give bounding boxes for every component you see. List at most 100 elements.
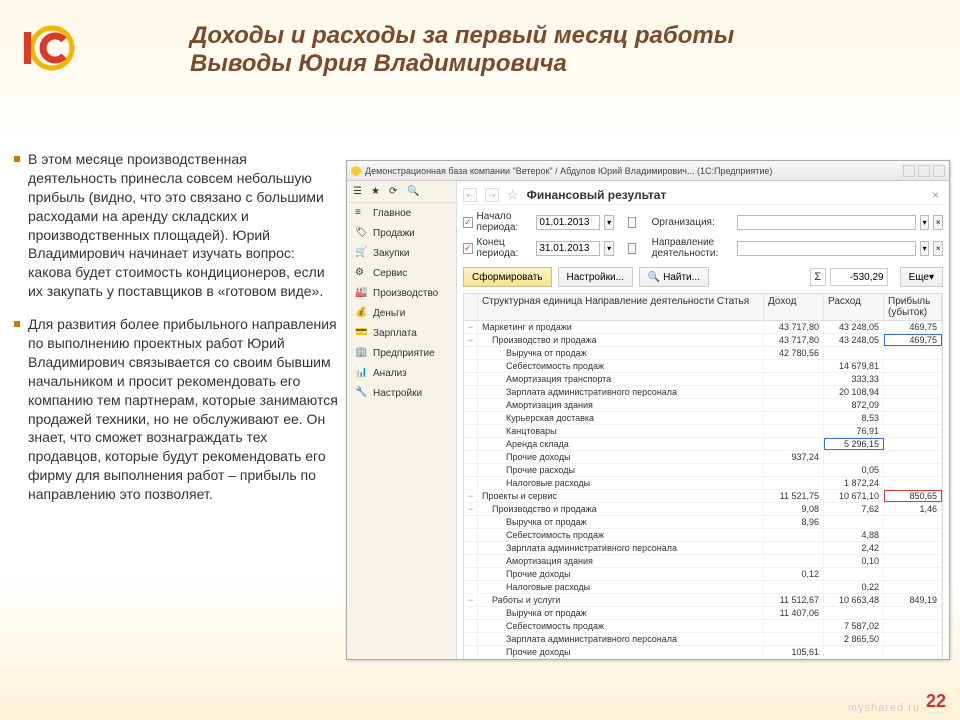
row-name: Работы и услуги [478,594,764,606]
row-income: 9,08 [764,503,824,515]
grid-row[interactable]: Канцтовары76,91 [464,425,942,438]
grid-row[interactable]: Амортизация здания0,10 [464,555,942,568]
row-name: Себестоимость продаж [478,360,764,372]
window-max-icon[interactable] [918,165,930,177]
tree-toggle-icon [464,373,478,385]
direction-input[interactable] [737,241,916,256]
direction-checkbox[interactable] [628,243,636,254]
grid-row[interactable]: Налоговые расходы1 872,24 [464,477,942,490]
row-expense [824,516,884,528]
more-button[interactable]: Еще ▾ [900,267,943,287]
sidebar-item-2[interactable]: 🛒Закупки [347,243,456,263]
sidebar-item-0[interactable]: ≡Главное [347,203,456,223]
window-close-icon[interactable] [933,165,945,177]
hamburger-icon[interactable]: ☰ [353,186,365,198]
sidebar-item-1[interactable]: 🏷Продажи [347,223,456,243]
grid-row[interactable]: Аренда склада5 296,15 [464,438,942,451]
tab-close-icon[interactable]: × [928,188,943,202]
row-profit [884,477,942,489]
tree-toggle-icon[interactable]: − [464,321,478,333]
period-start-input[interactable] [536,215,600,230]
sidebar-item-9[interactable]: 🔧Настройки [347,383,456,403]
org-dropdown-icon[interactable]: ▾ [920,215,930,230]
grid-row[interactable]: −Маркетинг и продажи43 717,8043 248,0546… [464,321,942,334]
tree-toggle-icon[interactable]: − [464,594,478,606]
grid-row[interactable]: Амортизация транспорта333,33 [464,373,942,386]
star-icon[interactable]: ★ [371,186,383,198]
direction-dropdown-icon[interactable]: ▾ [920,241,930,256]
period-end-input[interactable] [536,241,600,256]
settings-button[interactable]: Настройки... [558,267,633,287]
row-name: Проекты и сервис [478,490,764,502]
sidebar-label: Деньги [373,308,405,319]
grid-row[interactable]: −Проекты и сервис11 521,7510 671,10850,6… [464,490,942,503]
grid-row[interactable]: Выручка от продаж42 780,56 [464,347,942,360]
row-profit [884,464,942,476]
nav-fwd-icon[interactable]: → [485,188,499,202]
grid-row[interactable]: Зарплата административного персонала2,42 [464,542,942,555]
org-input[interactable] [737,215,916,230]
nav-back-icon[interactable]: ← [463,188,477,202]
row-expense: 4,88 [824,529,884,541]
row-profit [884,347,942,359]
grid-row[interactable]: −Производство и продажа9,087,621,46 [464,503,942,516]
calendar-icon[interactable]: ▾ [604,241,614,256]
sidebar-item-5[interactable]: 💰 Деньги [347,303,456,323]
grid-row[interactable]: Себестоимость продаж4,88 [464,529,942,542]
sidebar-label: Закупки [373,248,409,259]
sidebar-item-3[interactable]: ⚙Сервис [347,263,456,283]
grid-row[interactable]: Прочие доходы0,12 [464,568,942,581]
generate-button[interactable]: Сформировать [463,267,552,287]
calendar-icon[interactable]: ▾ [604,215,614,230]
grid-row[interactable]: Себестоимость продаж7 587,02 [464,620,942,633]
grid-row[interactable]: Прочие доходы105,61 [464,646,942,659]
row-expense: 76,91 [824,425,884,437]
window-min-icon[interactable] [903,165,915,177]
sum-value[interactable] [830,268,888,286]
grid-row[interactable]: Себестоимость продаж 14 679,81 [464,360,942,373]
grid-row[interactable]: −Работы и услуги11 512,6710 663,48849,19 [464,594,942,607]
org-clear-icon[interactable]: × [933,215,943,230]
sum-icon[interactable]: Σ [810,268,826,286]
row-expense: 2,42 [824,542,884,554]
grid-row[interactable]: Прочие доходы937,24 [464,451,942,464]
favorite-icon[interactable]: ☆ [507,187,519,203]
grid-row[interactable]: Прочие расходы0,05 [464,464,942,477]
sidebar-item-7[interactable]: 🏢Предприятие [347,343,456,363]
sidebar-item-4[interactable]: 🏭Производство [347,283,456,303]
tree-toggle-icon [464,360,478,372]
tree-toggle-icon [464,386,478,398]
find-button[interactable]: 🔍 Найти... [639,267,709,287]
grid-row[interactable]: Зарплата административного персонала20 1… [464,386,942,399]
tree-toggle-icon[interactable]: − [464,503,478,515]
row-income [764,633,824,645]
row-income: 11 521,75 [764,490,824,502]
filters: ✓ Начало периода: ▾ Организация: ▾ × ✓ К… [463,209,943,261]
history-icon[interactable]: ⟳ [389,186,401,198]
sidebar-item-8[interactable]: 📊Анализ [347,363,456,383]
tabbar: ← → ☆ Финансовый результат × [463,185,943,205]
money-icon: 💰 [355,307,367,319]
main-area: ← → ☆ Финансовый результат × ✓ Начало пе… [457,181,949,659]
grid-row[interactable]: Выручка от продаж8,96 [464,516,942,529]
app-icon [351,166,361,176]
period-end-checkbox[interactable]: ✓ [463,243,473,254]
tree-toggle-icon[interactable]: − [464,334,478,346]
tree-toggle-icon [464,581,478,593]
find-icon: 🔍 [648,272,660,283]
direction-clear-icon[interactable]: × [933,241,943,256]
row-expense: 14 679,81 [824,360,884,372]
grid-row[interactable]: Налоговые расходы0,22 [464,581,942,594]
grid-row[interactable]: Курьерская доставка8,53 [464,412,942,425]
factory-icon: 🏭 [355,287,367,299]
search-icon[interactable]: 🔍 [407,186,419,198]
grid-row[interactable]: Выручка от продаж11 407,06 [464,607,942,620]
sidebar-item-6[interactable]: 💳Зарплата [347,323,456,343]
period-start-checkbox[interactable]: ✓ [463,217,473,228]
tree-toggle-icon[interactable]: − [464,490,478,502]
grid-row[interactable]: Зарплата административного персонала2 86… [464,633,942,646]
grid-row[interactable]: −Производство и продажа43 717,8043 248,0… [464,334,942,347]
action-toolbar: Сформировать Настройки... 🔍 Найти... Σ Е… [463,267,943,287]
grid-row[interactable]: Амортизация здания872,09 [464,399,942,412]
org-checkbox[interactable] [628,217,636,228]
